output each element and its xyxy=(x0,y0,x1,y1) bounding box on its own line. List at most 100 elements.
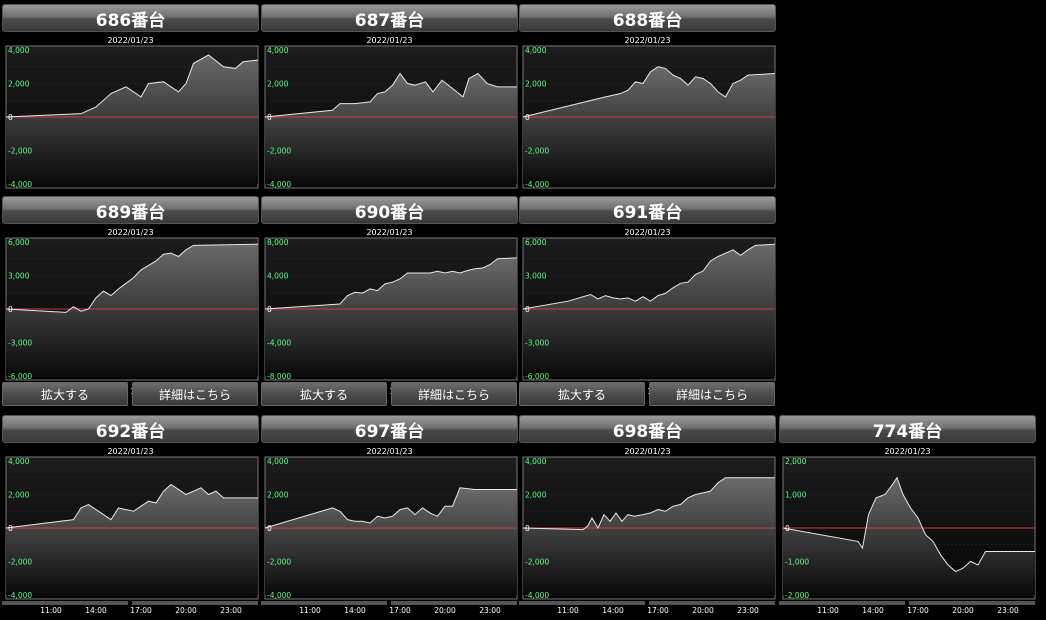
y-tick-label: -2,000 xyxy=(785,591,809,600)
machine-title[interactable]: 689番台 xyxy=(2,196,259,224)
x-tick-label: 14:00 xyxy=(602,606,624,615)
y-tick-label: 4,000 xyxy=(267,457,289,466)
details-button[interactable] xyxy=(649,601,775,605)
zoom-button[interactable] xyxy=(2,601,128,605)
details-button[interactable]: 詳細はこちら xyxy=(649,382,775,406)
zoom-button[interactable]: 拡大する xyxy=(519,382,645,406)
x-tick-label: 23:00 xyxy=(737,606,759,615)
y-tick-label: 2,000 xyxy=(8,80,30,89)
y-tick-label: -4,000 xyxy=(267,339,291,348)
machine-title[interactable]: 688番台 xyxy=(519,4,776,32)
chart-date: 2022/01/23 xyxy=(107,447,153,456)
y-tick-label: 0 xyxy=(8,524,13,533)
chart-panel: 687番台2022/01/234,0002,0000-2,000-4,00011… xyxy=(261,4,518,209)
chart-panel: 774番台 2022/01/23 2,000 1,000 0 -1,000 -2,000 11… xyxy=(779,415,1036,620)
y-tick-label: 4,000 xyxy=(267,46,289,55)
chart-svg: 2022/01/234,0002,0000-2,000-4,00011:0014… xyxy=(264,36,518,204)
machine-title[interactable]: 687番台 xyxy=(261,4,518,32)
y-tick-label: 0 xyxy=(8,113,13,122)
y-tick-label: 8,000 xyxy=(267,238,289,247)
y-tick-label: -4,000 xyxy=(267,591,291,600)
chart-panel: 690番台2022/01/238,0004,0000-4,000-8,00011… xyxy=(261,196,518,401)
x-tick-label: 20:00 xyxy=(952,606,974,615)
x-tick-label: 20:00 xyxy=(434,606,456,615)
chart-panel: 692番台 2022/01/23 4,000 2,000 0 -2,000 -4,000 11… xyxy=(2,415,259,620)
y-tick-label: -2,000 xyxy=(8,558,32,567)
machine-title[interactable]: 698番台 xyxy=(519,415,776,443)
details-button[interactable]: 詳細はこちら xyxy=(391,382,517,406)
chart-panel: 691番台2022/01/236,0003,0000-3,000-6,00011… xyxy=(519,196,776,401)
x-tick-label: 23:00 xyxy=(479,606,501,615)
y-tick-label: -4,000 xyxy=(267,180,291,189)
machine-title[interactable]: 697番台 xyxy=(261,415,518,443)
y-tick-label: -6,000 xyxy=(8,372,32,381)
y-tick-label: 3,000 xyxy=(525,272,547,281)
y-tick-label: 0 xyxy=(785,524,790,533)
zoom-button[interactable]: 拡大する xyxy=(261,382,387,406)
chart-panel: 689番台 2022/01/236,0003,0000-3,000-6,00011… xyxy=(2,196,259,401)
chart-date: 2022/01/23 xyxy=(884,447,930,456)
x-tick-label: 14:00 xyxy=(344,606,366,615)
y-tick-label: 2,000 xyxy=(267,80,289,89)
y-tick-label: -4,000 xyxy=(525,591,549,600)
chart-date: 2022/01/23 xyxy=(107,36,153,45)
chart-date: 2022/01/23 xyxy=(366,447,412,456)
x-tick-label: 14:00 xyxy=(85,606,107,615)
y-tick-label: -2,000 xyxy=(267,558,291,567)
chart-svg: 2022/01/23 2,000 1,000 0 -1,000 -2,000 11:00 14… xyxy=(782,447,1036,615)
y-tick-label: -4,000 xyxy=(8,180,32,189)
chart-svg: 2022/01/236,0003,0000-3,000-6,00011:0014… xyxy=(5,228,259,396)
x-tick-label: 23:00 xyxy=(220,606,242,615)
chart-date: 2022/01/23 xyxy=(624,447,670,456)
y-tick-label: -4,000 xyxy=(525,180,549,189)
y-tick-label: -4,000 xyxy=(8,591,32,600)
zoom-button[interactable] xyxy=(519,601,645,605)
y-tick-label: -6,000 xyxy=(525,372,549,381)
machine-title[interactable]: 691番台 xyxy=(519,196,776,224)
details-button[interactable] xyxy=(391,601,517,605)
y-tick-label: -2,000 xyxy=(525,558,549,567)
details-button[interactable]: 詳細はこちら xyxy=(132,382,258,406)
chart-svg: 2022/01/238,0004,0000-4,000-8,00011:0014… xyxy=(264,228,518,396)
y-tick-label: 0 xyxy=(525,524,530,533)
x-tick-label: 17:00 xyxy=(389,606,411,615)
y-tick-label: 4,000 xyxy=(8,46,30,55)
y-tick-label: 4,000 xyxy=(8,457,30,466)
y-tick-label: 2,000 xyxy=(8,491,30,500)
y-tick-label: 0 xyxy=(267,305,272,314)
x-tick-label: 17:00 xyxy=(130,606,152,615)
chart-svg: 2022/01/234,0002,0000-2,000-4,00011:0014… xyxy=(522,36,776,204)
zoom-button[interactable]: 拡大する xyxy=(2,382,128,406)
x-tick-label: 11:00 xyxy=(299,606,321,615)
y-tick-label: -1,000 xyxy=(785,558,809,567)
machine-title[interactable]: 690番台 xyxy=(261,196,518,224)
y-tick-label: 0 xyxy=(525,113,530,122)
x-tick-label: 17:00 xyxy=(647,606,669,615)
y-tick-label: 2,000 xyxy=(267,491,289,500)
details-button[interactable] xyxy=(132,601,258,605)
y-tick-label: 0 xyxy=(267,113,272,122)
chart-date: 2022/01/23 xyxy=(624,228,670,237)
x-tick-label: 20:00 xyxy=(175,606,197,615)
x-tick-label: 14:00 xyxy=(862,606,884,615)
x-tick-label: 20:00 xyxy=(692,606,714,615)
y-tick-label: 0 xyxy=(267,524,272,533)
machine-title[interactable]: 774番台 xyxy=(779,415,1036,443)
details-button[interactable] xyxy=(909,601,1035,605)
chart-date: 2022/01/23 xyxy=(366,228,412,237)
y-tick-label: 2,000 xyxy=(525,491,547,500)
zoom-button[interactable] xyxy=(779,601,905,605)
x-tick-label: 17:00 xyxy=(907,606,929,615)
x-tick-label: 23:00 xyxy=(997,606,1019,615)
x-tick-label: 11:00 xyxy=(557,606,579,615)
zoom-button[interactable] xyxy=(261,601,387,605)
chart-svg: 2022/01/23 4,000 2,000 0 -2,000 -4,000 11:00 14… xyxy=(264,447,518,615)
chart-panel: 686番台2022/01/234,0002,0000-2,000-4,00011… xyxy=(2,4,259,209)
y-tick-label: 2,000 xyxy=(525,80,547,89)
machine-title[interactable]: 686番台 xyxy=(2,4,259,32)
machine-title[interactable]: 692番台 xyxy=(2,415,259,443)
y-tick-label: -2,000 xyxy=(267,147,291,156)
y-tick-label: 4,000 xyxy=(525,46,547,55)
chart-panel: 698番台 2022/01/23 4,000 2,000 0 -2,000 -4,000 11… xyxy=(519,415,776,620)
x-tick-label: 11:00 xyxy=(40,606,62,615)
